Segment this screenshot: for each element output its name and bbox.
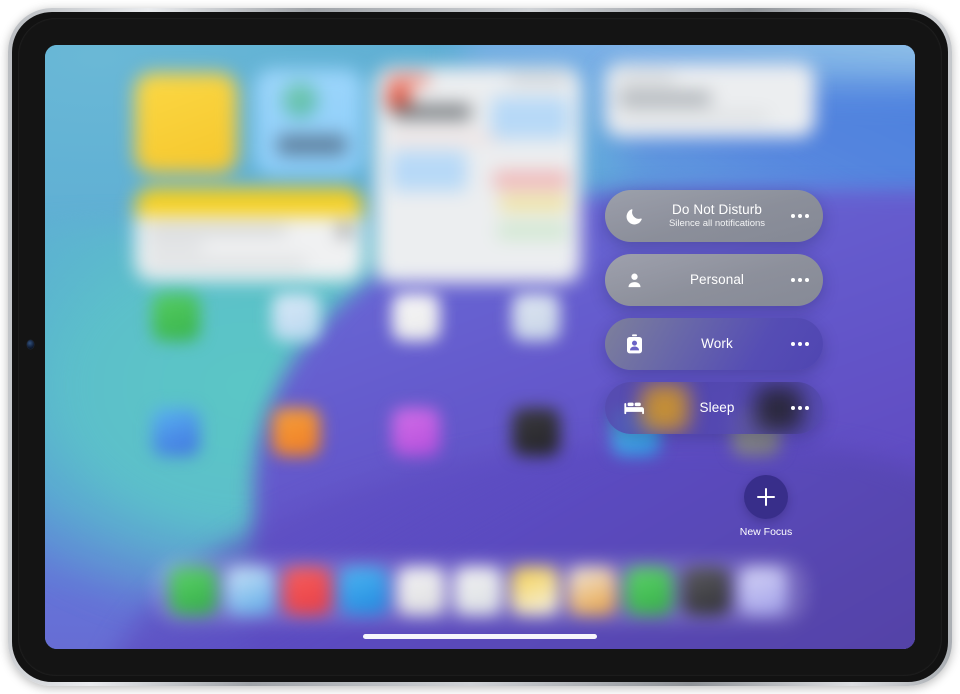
app-r2-c3[interactable] xyxy=(392,408,440,456)
more-options-icon[interactable] xyxy=(791,214,809,218)
focus-label: Work xyxy=(701,336,733,352)
dock-app-6[interactable] xyxy=(454,567,502,615)
focus-sublabel: Silence all notifications xyxy=(668,218,766,230)
focus-label: Sleep xyxy=(699,400,735,416)
bed-icon xyxy=(619,400,649,416)
dock-app-8[interactable] xyxy=(568,567,616,615)
dock-app-5[interactable] xyxy=(397,567,445,615)
focus-option-personal[interactable]: Personal xyxy=(605,254,823,306)
focus-option-work[interactable]: Work xyxy=(605,318,823,370)
dock-app-10[interactable] xyxy=(682,567,730,615)
app-r1-c4[interactable] xyxy=(512,293,560,341)
id-badge-icon xyxy=(619,334,649,354)
app-r2-c4[interactable] xyxy=(512,408,560,456)
dock xyxy=(153,558,808,624)
more-options-icon[interactable] xyxy=(791,406,809,410)
dock-app-9[interactable] xyxy=(625,567,673,615)
focus-option-do-not-disturb[interactable]: Do Not Disturb Silence all notifications xyxy=(605,190,823,242)
app-r2-c1[interactable] xyxy=(152,408,200,456)
app-r1-c1[interactable] xyxy=(152,293,200,341)
dock-app-4[interactable] xyxy=(340,567,388,615)
focus-label: Personal xyxy=(689,272,745,288)
dock-app-11[interactable] xyxy=(739,567,787,615)
moon-icon xyxy=(619,207,649,226)
more-options-icon[interactable] xyxy=(791,342,809,346)
home-indicator[interactable] xyxy=(363,634,597,639)
screenshot-root: Do Not Disturb Silence all notifications… xyxy=(0,0,960,694)
app-r1-c3[interactable] xyxy=(392,293,440,341)
dock-app-2[interactable] xyxy=(226,567,274,615)
dock-app-3[interactable] xyxy=(283,567,331,615)
new-focus-button[interactable]: New Focus xyxy=(738,475,794,538)
focus-label: Do Not Disturb xyxy=(672,201,762,217)
pill-labels: Sleep xyxy=(649,400,791,416)
person-icon xyxy=(619,271,649,290)
pill-labels: Work xyxy=(649,336,791,352)
new-focus-label: New Focus xyxy=(739,526,793,538)
focus-picker-panel: Do Not Disturb Silence all notifications… xyxy=(601,141,829,561)
pill-labels: Do Not Disturb Silence all notifications xyxy=(649,202,791,231)
app-r1-c2[interactable] xyxy=(272,293,320,341)
plus-icon xyxy=(757,488,775,506)
new-focus-circle[interactable] xyxy=(744,475,788,519)
dock-app-7[interactable] xyxy=(511,567,559,615)
ipad-screen: Do Not Disturb Silence all notifications… xyxy=(45,45,915,649)
app-r2-c2[interactable] xyxy=(272,408,320,456)
more-options-icon[interactable] xyxy=(791,278,809,282)
front-camera-icon xyxy=(27,340,34,349)
pill-labels: Personal xyxy=(649,272,791,288)
dock-app-1[interactable] xyxy=(169,567,217,615)
focus-option-sleep[interactable]: Sleep xyxy=(605,382,823,434)
